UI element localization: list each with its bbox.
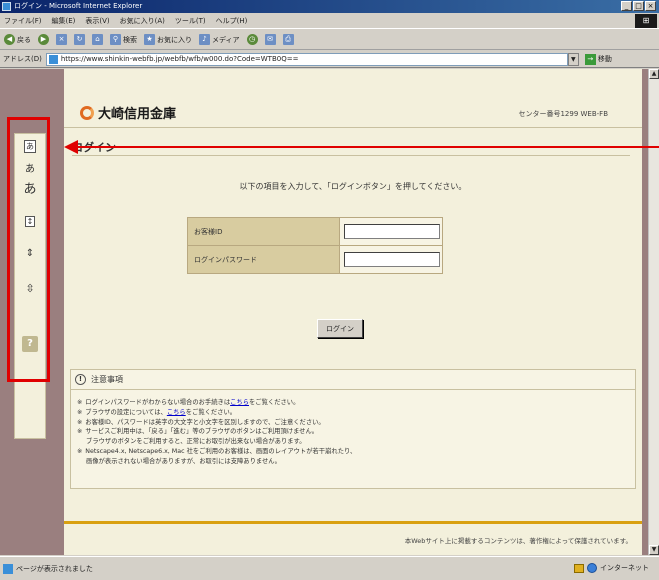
home-button[interactable]: ⌂: [92, 34, 103, 45]
star-icon: ★: [144, 34, 155, 45]
menu-help[interactable]: ヘルプ(H): [216, 16, 248, 26]
media-label: メディア: [212, 35, 240, 44]
customer-id-cell: [339, 217, 443, 246]
ie-app-icon: [2, 2, 11, 11]
customer-id-input[interactable]: [344, 224, 440, 239]
status-text: ページが表示されました: [16, 564, 93, 573]
back-button[interactable]: ◀ 戻る: [4, 34, 31, 45]
search-icon: ⚲: [110, 34, 121, 45]
favorites-button[interactable]: ★ お気に入り: [144, 34, 192, 45]
password-label: ログインパスワード: [187, 245, 340, 274]
menu-favorites[interactable]: お気に入り(A): [120, 16, 165, 26]
address-bar: アドレス(D) https://www.shinkin-webfb.jp/web…: [0, 51, 659, 68]
login-button[interactable]: ログイン: [317, 319, 363, 338]
vertical-scrollbar[interactable]: ▲ ▼: [648, 69, 659, 555]
notes-box: ! 注意事項 ※ ログインパスワードがわからない場合のお手続きはこちらをご覧くださ…: [70, 369, 636, 489]
password-input[interactable]: [344, 252, 440, 267]
menu-edit[interactable]: 編集(E): [52, 16, 76, 26]
instructions-text: 以下の項目を入力して、「ログインボタン」を押してください。: [239, 182, 467, 191]
address-input[interactable]: https://www.shinkin-webfb.jp/webfb/wfb/w…: [45, 52, 568, 66]
title-divider: [72, 155, 630, 156]
back-arrow-icon: ◀: [4, 34, 15, 45]
go-arrow-icon: →: [584, 53, 596, 65]
zone-label: インターネット: [600, 564, 649, 572]
window-title-bar: ログイン - Microsoft Internet Explorer _ □ ×: [0, 0, 659, 13]
refresh-button[interactable]: ↻: [74, 34, 85, 45]
close-button[interactable]: ×: [645, 1, 656, 11]
note-item: ※ Netscape4.x, Netscape6.x, Mac 社をご利用のお客様…: [77, 447, 357, 455]
stop-button[interactable]: ×: [56, 34, 67, 45]
menu-view[interactable]: 表示(V): [85, 16, 109, 26]
forgot-password-link[interactable]: こちら: [230, 399, 249, 406]
go-button[interactable]: → 移動: [584, 53, 612, 65]
menu-file[interactable]: ファイル(F): [4, 16, 42, 26]
stop-icon: ×: [56, 34, 67, 45]
search-button[interactable]: ⚲ 検索: [110, 34, 137, 45]
note-item: ブラウザのボタンをご利用すると、正常にお取引が出来ない場合があります。: [86, 438, 306, 446]
note-item: ※ ログインパスワードがわからない場合のお手続きはこちらをご覧ください。: [77, 399, 300, 406]
notes-list: ※ ログインパスワードがわからない場合のお手続きはこちらをご覧ください。 ※ ブラウ…: [71, 390, 635, 467]
branch-info: センター番号1299 WEB-FB: [518, 110, 608, 118]
history-icon: ◷: [246, 34, 258, 45]
header-divider: [64, 127, 642, 128]
home-icon: ⌂: [92, 34, 103, 45]
security-zone: インターネット: [574, 563, 649, 573]
media-button[interactable]: ♪ メディア: [199, 34, 240, 45]
browser-toolbar: ◀ 戻る ▶ × ↻ ⌂ ⚲ 検索 ★ お気に入り ♪ メディア ◷ ✉ ⎙: [0, 30, 659, 50]
go-label: 移動: [597, 55, 612, 63]
notes-title: 注意事項: [91, 375, 123, 384]
status-bar: ページが表示されました インターネット: [0, 556, 659, 580]
internet-globe-icon: [587, 563, 597, 573]
bank-name: 大崎信用金庫: [98, 107, 177, 122]
note-item: ※ お客様ID、パスワードは英字の大文字と小文字を区別しますので、ご注意ください。: [77, 418, 325, 426]
forward-button[interactable]: ▶: [38, 34, 49, 45]
browser-viewport: 大崎信用金庫 センター番号1299 WEB-FB ログイン 以下の項目を入力して…: [0, 69, 648, 555]
print-button[interactable]: ⎙: [282, 34, 294, 45]
forward-arrow-icon: ▶: [38, 34, 49, 45]
copyright-text: 本Webサイト上に掲載するコンテンツは、著作権によって保護されています。: [404, 537, 632, 545]
note-item: 画像が表示されない場合がありますが、お取引には支障ありません。: [86, 457, 281, 465]
refresh-icon: ↻: [74, 34, 85, 45]
browser-settings-link[interactable]: こちら: [167, 409, 186, 416]
address-label: アドレス(D): [3, 55, 42, 63]
back-label: 戻る: [17, 35, 31, 44]
customer-id-row: お客様ID: [187, 217, 443, 246]
note-item: ※ サービスご利用中は、「戻る」「進む」等のブラウザのボタンはご利用頂けません。: [77, 428, 319, 436]
windows-logo-icon: ⊞: [635, 14, 657, 28]
print-icon: ⎙: [282, 34, 294, 45]
favorites-label: お気に入り: [157, 35, 192, 44]
annotation-arrow-head: [64, 140, 78, 154]
login-form: お客様ID ログインパスワード: [187, 217, 443, 274]
window-title: ログイン - Microsoft Internet Explorer: [14, 2, 143, 10]
menu-bar: ファイル(F) 編集(E) 表示(V) お気に入り(A) ツール(T) ヘルプ(…: [0, 13, 659, 29]
logo-mark-icon: [80, 105, 94, 120]
footer-divider: [64, 521, 642, 524]
media-icon: ♪: [199, 34, 210, 45]
page-status-icon: [3, 563, 13, 574]
mail-icon: ✉: [264, 34, 276, 45]
note-item: ※ ブラウザの設定については、こちらをご覧ください。: [77, 408, 237, 416]
scroll-down-icon[interactable]: ▼: [649, 545, 659, 555]
address-url: https://www.shinkin-webfb.jp/webfb/wfb/w…: [60, 54, 299, 63]
annotation-arrow-line: [77, 146, 659, 148]
bank-logo: 大崎信用金庫: [80, 103, 176, 122]
window-controls: _ □ ×: [621, 1, 656, 11]
menu-tools[interactable]: ツール(T): [175, 16, 206, 26]
notes-header: ! 注意事項: [71, 370, 635, 390]
address-dropdown-button[interactable]: ▼: [567, 52, 579, 66]
minimize-button[interactable]: _: [621, 1, 632, 11]
annotation-highlight-frame: [7, 117, 50, 382]
maximize-button[interactable]: □: [633, 1, 644, 11]
customer-id-label: お客様ID: [187, 217, 340, 246]
history-button[interactable]: ◷: [246, 34, 258, 45]
password-cell: [339, 245, 443, 274]
info-icon: !: [75, 374, 86, 385]
scroll-up-icon[interactable]: ▲: [649, 69, 659, 79]
page-icon: [48, 54, 58, 64]
search-label: 検索: [123, 35, 137, 44]
page-content: 大崎信用金庫 センター番号1299 WEB-FB ログイン 以下の項目を入力して…: [64, 69, 642, 555]
password-row: ログインパスワード: [187, 245, 443, 274]
mail-button[interactable]: ✉: [264, 34, 276, 45]
lock-icon: [574, 563, 584, 573]
